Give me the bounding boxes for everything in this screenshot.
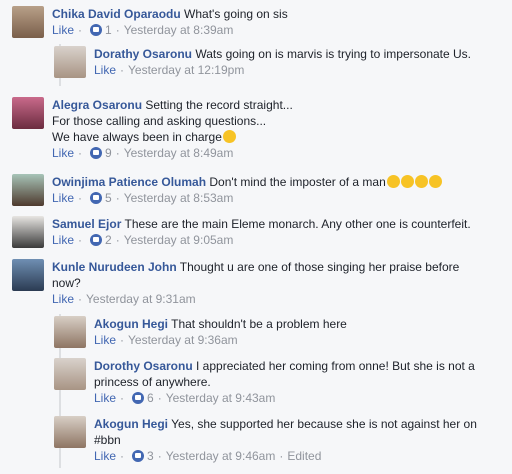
avatar[interactable] bbox=[12, 216, 44, 248]
commenter-name[interactable]: Alegra Osaronu bbox=[52, 98, 142, 112]
comment-text-line: princess of anywhere. bbox=[94, 375, 211, 389]
like-reaction-icon[interactable] bbox=[90, 234, 103, 246]
laughing-emoji-icon bbox=[400, 175, 414, 188]
laughing-emoji-icon bbox=[414, 175, 428, 188]
reaction-count[interactable]: 6 bbox=[147, 390, 154, 406]
laughing-emoji-icon bbox=[428, 175, 442, 188]
edited-label[interactable]: Edited bbox=[287, 448, 321, 464]
commenter-name[interactable]: Akogun Hegi bbox=[94, 317, 168, 331]
commenter-name[interactable]: Chika David Oparaodu bbox=[52, 7, 181, 21]
comment-reply: Akogun Hegi Yes, she supported her becau… bbox=[54, 416, 477, 464]
comment-text-line: We have always been in charge bbox=[52, 130, 222, 144]
comment-timestamp[interactable]: Yesterday at 8:53am bbox=[124, 190, 234, 206]
commenter-name[interactable]: Kunle Nurudeen John bbox=[52, 260, 177, 274]
comment-text: That shouldn't be a problem here bbox=[171, 317, 347, 331]
comment-text-line: now? bbox=[52, 276, 81, 290]
like-button[interactable]: Like bbox=[52, 190, 74, 206]
reaction-count[interactable]: 5 bbox=[105, 190, 112, 206]
reaction-count[interactable]: 9 bbox=[105, 145, 112, 161]
avatar[interactable] bbox=[12, 97, 44, 129]
like-reaction-icon[interactable] bbox=[132, 450, 145, 462]
avatar[interactable] bbox=[12, 6, 44, 38]
like-button[interactable]: Like bbox=[94, 62, 116, 78]
laughing-emoji-icon bbox=[386, 175, 400, 188]
avatar[interactable] bbox=[54, 46, 86, 78]
comment-text: What's going on sis bbox=[184, 7, 288, 21]
commenter-name[interactable]: Owinjima Patience Olumah bbox=[52, 175, 206, 189]
comment-reply: Akogun Hegi That shouldn't be a problem … bbox=[54, 316, 347, 348]
comment: Chika David Oparaodu What's going on sis… bbox=[12, 6, 288, 38]
like-button[interactable]: Like bbox=[94, 448, 116, 464]
comment-timestamp[interactable]: Yesterday at 9:46am bbox=[166, 448, 276, 464]
praise-hands-emoji-icon bbox=[222, 130, 236, 143]
like-button[interactable]: Like bbox=[52, 145, 74, 161]
like-button[interactable]: Like bbox=[94, 332, 116, 348]
like-button[interactable]: Like bbox=[94, 390, 116, 406]
like-reaction-icon[interactable] bbox=[132, 392, 145, 404]
comment-timestamp[interactable]: Yesterday at 8:39am bbox=[124, 22, 234, 38]
comment: Samuel Ejor These are the main Eleme mon… bbox=[12, 216, 471, 248]
avatar[interactable] bbox=[12, 259, 44, 291]
comment-text: These are the main Eleme monarch. Any ot… bbox=[124, 217, 471, 231]
reaction-count[interactable]: 3 bbox=[147, 448, 154, 464]
comment-timestamp[interactable]: Yesterday at 9:43am bbox=[166, 390, 276, 406]
reaction-count[interactable]: 1 bbox=[105, 22, 112, 38]
comment-text-line: I appreciated her coming from onne! But … bbox=[196, 359, 475, 373]
like-reaction-icon[interactable] bbox=[90, 192, 103, 204]
commenter-name[interactable]: Dorathy Osaronu bbox=[94, 47, 192, 61]
like-button[interactable]: Like bbox=[52, 232, 74, 248]
comment: Kunle Nurudeen John Thought u are one of… bbox=[12, 259, 459, 307]
commenter-name[interactable]: Dorothy Osaronu bbox=[94, 359, 193, 373]
comment-text-line: Thought u are one of those singing her p… bbox=[179, 260, 460, 274]
comment-timestamp[interactable]: Yesterday at 9:31am bbox=[86, 291, 196, 307]
avatar[interactable] bbox=[12, 174, 44, 206]
comment-reply: Dorathy Osaronu Wats going on is marvis … bbox=[54, 46, 471, 78]
comment-timestamp[interactable]: Yesterday at 12:19pm bbox=[128, 62, 244, 78]
comment-text-line: Yes, she supported her because she is no… bbox=[171, 417, 477, 431]
like-reaction-icon[interactable] bbox=[90, 147, 103, 159]
comment-text: Don't mind the imposter of a man bbox=[209, 175, 386, 189]
comment-timestamp[interactable]: Yesterday at 9:05am bbox=[124, 232, 234, 248]
reaction-count[interactable]: 2 bbox=[105, 232, 112, 248]
commenter-name[interactable]: Samuel Ejor bbox=[52, 217, 121, 231]
comment-timestamp[interactable]: Yesterday at 8:49am bbox=[124, 145, 234, 161]
comment-reply: Dorothy Osaronu I appreciated her coming… bbox=[54, 358, 475, 406]
comment-text-line: Setting the record straight... bbox=[145, 98, 293, 112]
comment-text-line: For those calling and asking questions..… bbox=[52, 114, 267, 128]
comment-text-line: #bbn bbox=[94, 433, 121, 447]
comment: Owinjima Patience Olumah Don't mind the … bbox=[12, 174, 442, 206]
avatar[interactable] bbox=[54, 358, 86, 390]
like-button[interactable]: Like bbox=[52, 22, 74, 38]
comment-timestamp[interactable]: Yesterday at 9:36am bbox=[128, 332, 238, 348]
commenter-name[interactable]: Akogun Hegi bbox=[94, 417, 168, 431]
avatar[interactable] bbox=[54, 416, 86, 448]
like-reaction-icon[interactable] bbox=[90, 24, 103, 36]
comment: Alegra Osaronu Setting the record straig… bbox=[12, 97, 293, 161]
avatar[interactable] bbox=[54, 316, 86, 348]
like-button[interactable]: Like bbox=[52, 291, 74, 307]
comment-text: Wats going on is marvis is trying to imp… bbox=[195, 47, 472, 61]
